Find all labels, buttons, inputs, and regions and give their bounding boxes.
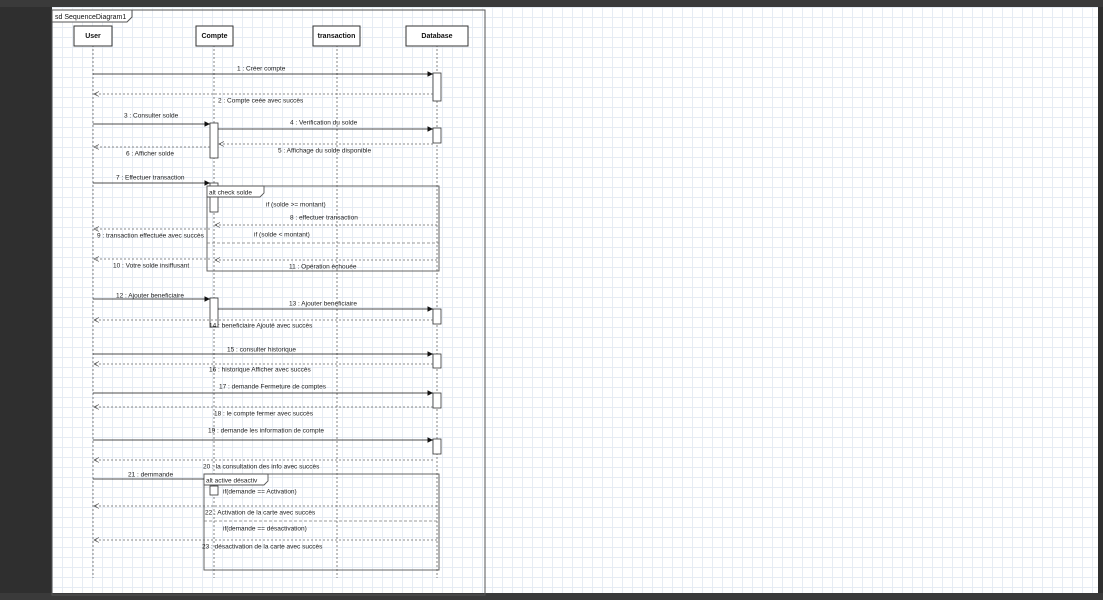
fragment-guard: if(demande == Activation) — [223, 489, 297, 496]
message-1[interactable]: 1 : Créer compte — [93, 66, 433, 77]
message-label: 21 : demmande — [128, 472, 174, 479]
message-17[interactable]: 17 : demande Fermeture de comptes — [93, 384, 433, 396]
message-label: 9 : transaction effectuée avec succès — [97, 233, 205, 240]
message-5[interactable]: 5 : Affichage du solde disponible — [219, 144, 433, 155]
message-label: 1 : Créer compte — [237, 66, 286, 73]
message-10[interactable]: 10 : Votre solde insiffusant — [94, 259, 210, 270]
message-label: 3 : Consulter solde — [124, 113, 179, 120]
message-label: 11 : Opération échouée — [289, 264, 357, 271]
lifeline-compte-label: Compte — [201, 33, 227, 40]
lifeline-user-label: User — [85, 33, 101, 40]
message-label: 17 : demande Fermeture de comptes — [219, 384, 327, 391]
message-label: 18 : le compte fermer avec succès — [214, 411, 314, 418]
fragment-alt-active-desactiv-title: alt active désactiv — [206, 478, 258, 485]
message-23[interactable]: 23 : désactivation de la carte avec succ… — [94, 540, 437, 551]
fragment-alt-active-desactiv[interactable]: alt active désactiv if(demande == Activa… — [203, 473, 440, 571]
message-label: 10 : Votre solde insiffusant — [113, 263, 189, 270]
message-22[interactable]: 22 : Activation de la carte avec succès — [94, 506, 437, 517]
message-9[interactable]: 9 : transaction effectuée avec succès — [94, 229, 210, 240]
lifeline-transaction-label: transaction — [318, 33, 356, 40]
message-label: 23 : désactivation de la carte avec succ… — [202, 544, 323, 551]
message-label: 2 : Compte ceée avec succès — [218, 98, 304, 105]
message-21[interactable]: 21 : demmande — [93, 472, 204, 480]
lifeline-database[interactable]: Database — [405, 25, 469, 578]
lifeline-user[interactable]: User — [73, 25, 113, 578]
lifeline-database-label: Database — [421, 33, 452, 40]
message-label: 7 : Effectuer transaction — [116, 175, 185, 182]
message-20[interactable]: 20 : la consultation des info avec succè… — [94, 460, 433, 471]
message-11[interactable]: 11 : Opération échouée — [215, 260, 437, 271]
message-6[interactable]: 6 : Afficher solde — [94, 147, 210, 158]
message-label: 19 : demande les information de compte — [208, 428, 324, 435]
message-label: 12 : Ajouter beneficiaire — [116, 293, 184, 300]
activation-bar — [432, 308, 442, 325]
fragment-alt-check-solde[interactable]: alt check solde if (solde >= montant) if… — [206, 185, 440, 272]
activation-bar — [432, 392, 442, 409]
message-label: 15 : consulter historique — [227, 347, 296, 354]
activation-bar — [432, 353, 442, 369]
message-label: 4 : Verification du solde — [290, 120, 358, 127]
message-18[interactable]: 18 : le compte fermer avec succès — [94, 407, 433, 418]
activation-bar — [432, 127, 442, 144]
activation-bar — [432, 72, 442, 102]
activation-bar — [209, 485, 219, 496]
message-label: 6 : Afficher solde — [126, 151, 174, 158]
message-label: 8 : effectuer transaction — [290, 215, 358, 222]
message-19[interactable]: 19 : demande les information de compte — [93, 428, 433, 443]
message-4[interactable]: 4 : Verification du solde — [218, 120, 433, 132]
message-12[interactable]: 12 : Ajouter beneficiaire — [93, 293, 210, 302]
message-16[interactable]: 16 : historique Afficher avec succès — [94, 364, 433, 374]
message-2[interactable]: 2 : Compte ceée avec succès — [94, 94, 433, 105]
fragment-guard: if(demande == désactivation) — [223, 526, 307, 533]
message-7[interactable]: 7 : Effectuer transaction — [93, 175, 210, 186]
sequence-diagram: sd SequenceDiagram1 User Compte transact… — [51, 9, 486, 596]
message-3[interactable]: 3 : Consulter solde — [93, 113, 210, 127]
activation-bar — [209, 122, 219, 159]
fragment-guard: if (solde >= montant) — [266, 202, 326, 209]
message-label: 13 : Ajouter beneficiaire — [289, 301, 357, 308]
message-13[interactable]: 13 : Ajouter beneficiaire — [218, 301, 433, 312]
activation-bar — [432, 438, 442, 455]
message-8[interactable]: 8 : effectuer transaction — [215, 215, 437, 226]
sd-frame-title: sd SequenceDiagram1 — [55, 14, 126, 21]
fragment-guard: if (solde < montant) — [254, 232, 310, 239]
message-label: 5 : Affichage du solde disponible — [278, 148, 372, 155]
message-15[interactable]: 15 : consulter historique — [93, 347, 433, 357]
message-label: 22 : Activation de la carte avec succès — [205, 510, 316, 517]
message-label: 20 : la consultation des info avec succè… — [203, 464, 320, 471]
fragment-alt-check-solde-title: alt check solde — [209, 190, 252, 197]
message-14[interactable]: 14 : beneficiaire Ajouté avec succès — [94, 320, 433, 330]
message-label: 16 : historique Afficher avec succès — [209, 367, 312, 374]
message-label: 14 : beneficiaire Ajouté avec succès — [209, 323, 313, 330]
